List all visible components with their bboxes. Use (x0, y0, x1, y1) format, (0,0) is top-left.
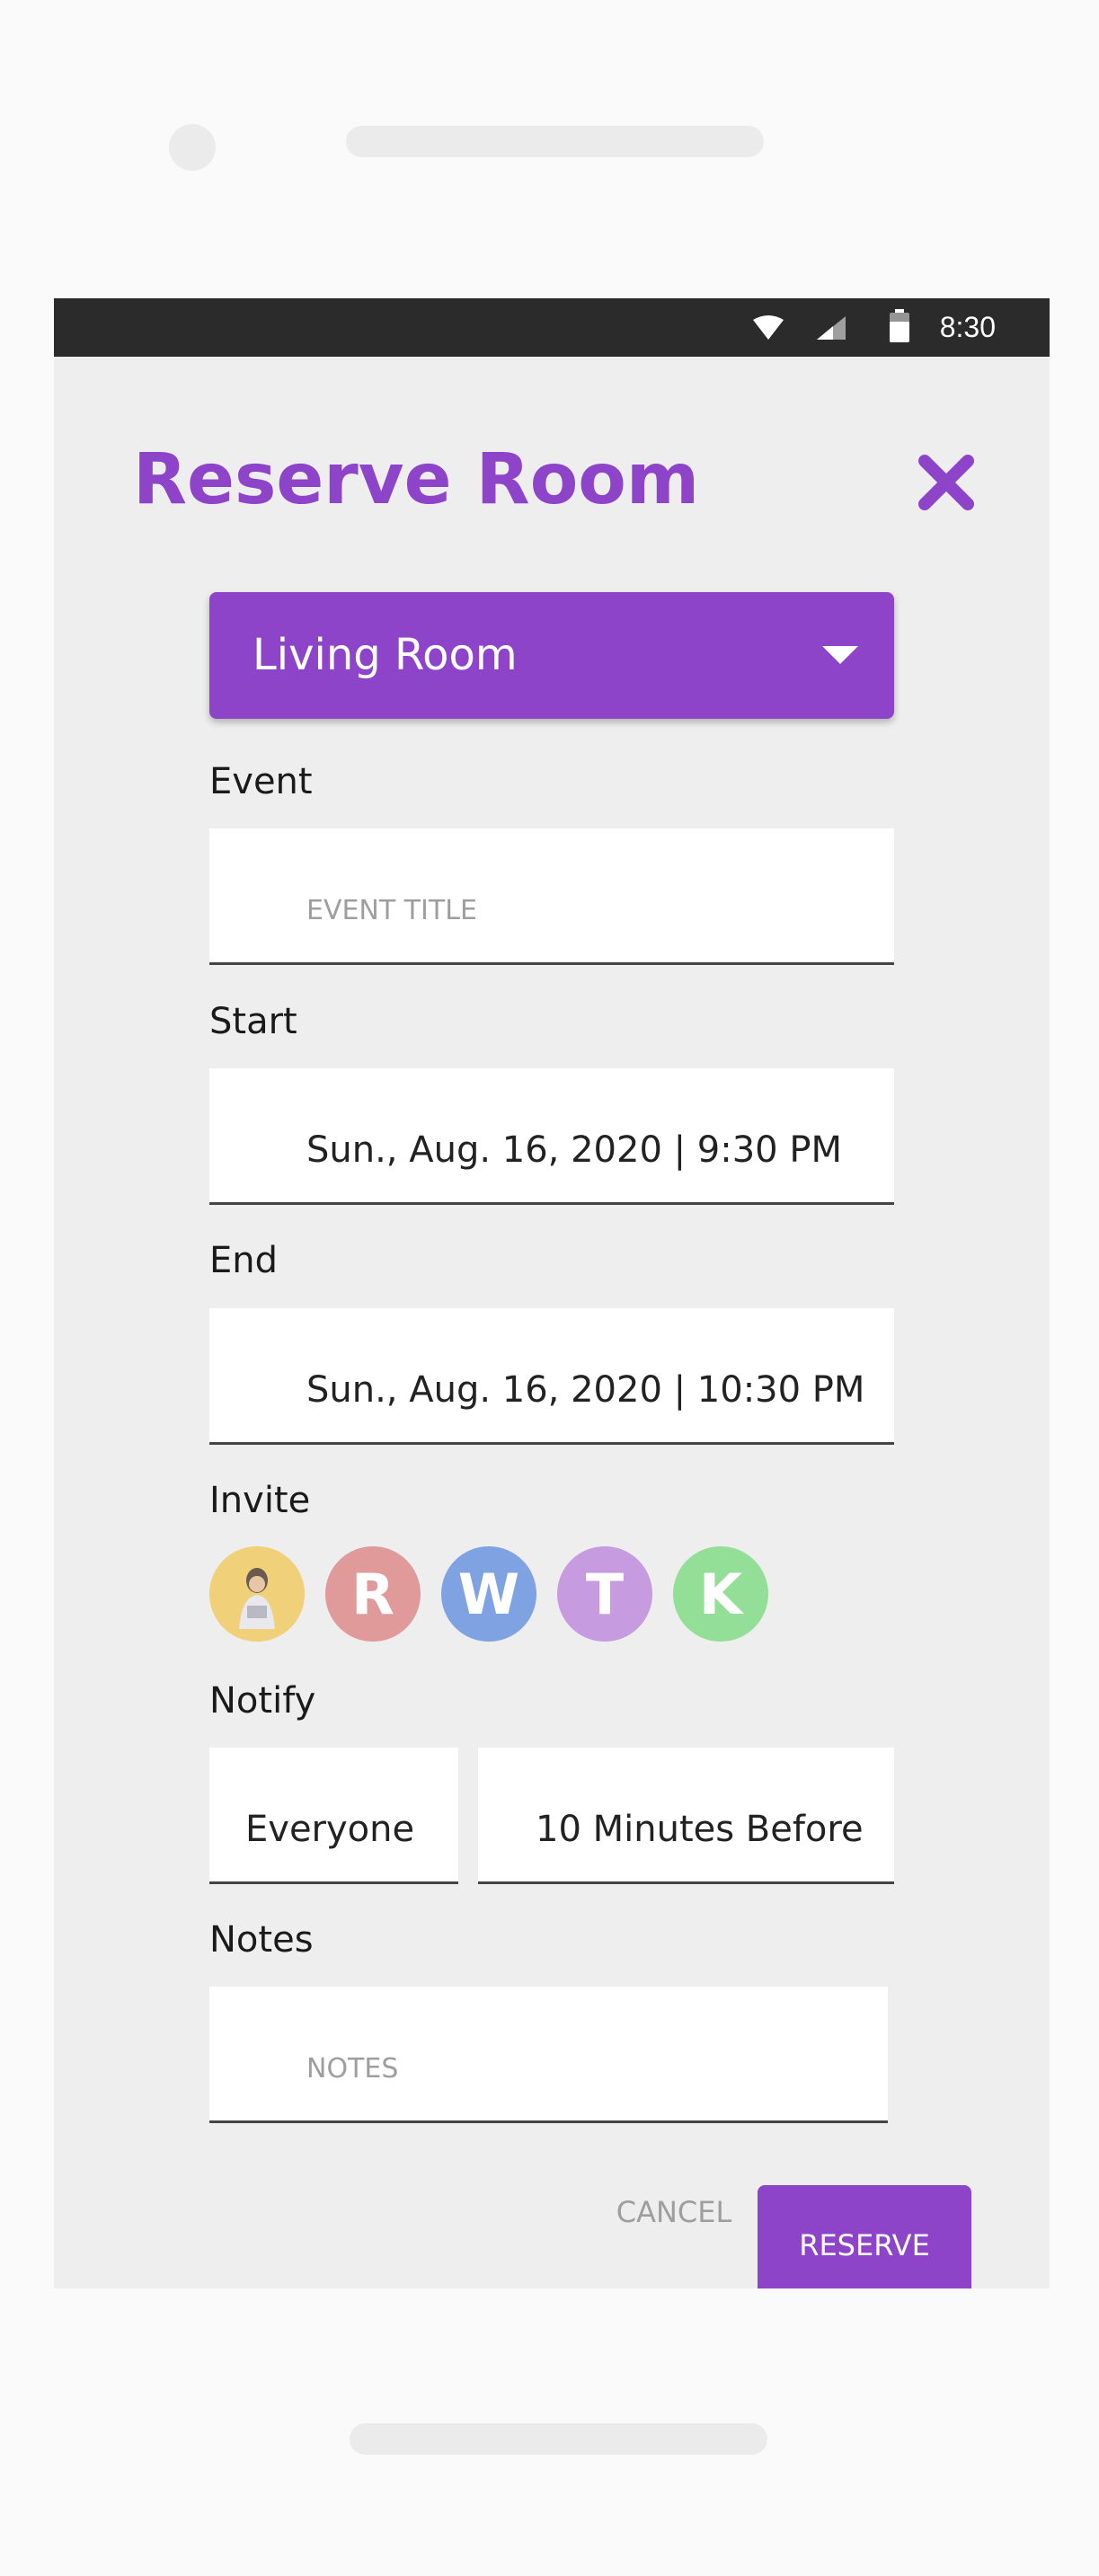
avatar-initial: K (698, 1561, 743, 1627)
signal-icon (817, 316, 846, 340)
event-label: Event (209, 761, 313, 802)
invitee-avatar-k[interactable]: K (673, 1546, 768, 1642)
reserve-button[interactable]: RESERVE (758, 2185, 971, 2288)
avatar-initial: W (457, 1561, 520, 1627)
notify-time-select[interactable]: 10 Minutes Before (478, 1748, 894, 1884)
start-datetime-field[interactable]: Sun., Aug. 16, 2020 | 9:30 PM (209, 1068, 894, 1205)
notify-label: Notify (209, 1680, 316, 1722)
status-time: 8:30 (939, 311, 996, 343)
avatar-initial: T (585, 1561, 625, 1627)
invitee-avatar-photo[interactable] (209, 1546, 305, 1642)
event-title-input[interactable]: EVENT TITLE (209, 828, 894, 965)
room-dropdown[interactable]: Living Room (209, 592, 894, 719)
person-photo-icon (209, 1546, 305, 1642)
end-datetime-field[interactable]: Sun., Aug. 16, 2020 | 10:30 PM (209, 1308, 894, 1445)
notes-label: Notes (209, 1919, 314, 1961)
page-title: Reserve Room (133, 439, 700, 520)
close-button[interactable] (910, 447, 982, 518)
caret-down-icon (822, 646, 858, 664)
device-home-indicator (350, 2423, 767, 2455)
status-bar: 8:30 (54, 298, 1050, 357)
start-label: Start (209, 1001, 297, 1042)
wifi-icon (753, 315, 784, 340)
cancel-button[interactable]: CANCEL (584, 2176, 764, 2248)
reserve-button-label: RESERVE (799, 2228, 930, 2262)
device-camera (169, 124, 216, 171)
close-icon (918, 455, 974, 510)
notes-input[interactable]: NOTES (209, 1987, 888, 2123)
device-speaker (346, 126, 764, 157)
avatar-initial: R (351, 1561, 394, 1627)
start-datetime-value: Sun., Aug. 16, 2020 | 9:30 PM (306, 1129, 842, 1171)
end-label: End (209, 1240, 279, 1281)
battery-icon (890, 309, 909, 342)
invite-label: Invite (209, 1480, 311, 1521)
notify-recipients-value: Everyone (245, 1809, 415, 1850)
app-screen: 8:30 Reserve Room Living Room Event EVEN… (54, 298, 1050, 2288)
notify-time-value: 10 Minutes Before (536, 1809, 864, 1850)
invitee-avatar-r[interactable]: R (325, 1546, 421, 1642)
room-dropdown-value: Living Room (253, 630, 518, 680)
end-datetime-value: Sun., Aug. 16, 2020 | 10:30 PM (306, 1369, 865, 1411)
invitee-avatar-w[interactable]: W (441, 1546, 536, 1642)
notes-placeholder: NOTES (306, 2053, 399, 2085)
event-title-placeholder: EVENT TITLE (306, 895, 477, 926)
invitee-avatar-t[interactable]: T (557, 1546, 652, 1642)
notify-recipients-select[interactable]: Everyone (209, 1748, 458, 1884)
